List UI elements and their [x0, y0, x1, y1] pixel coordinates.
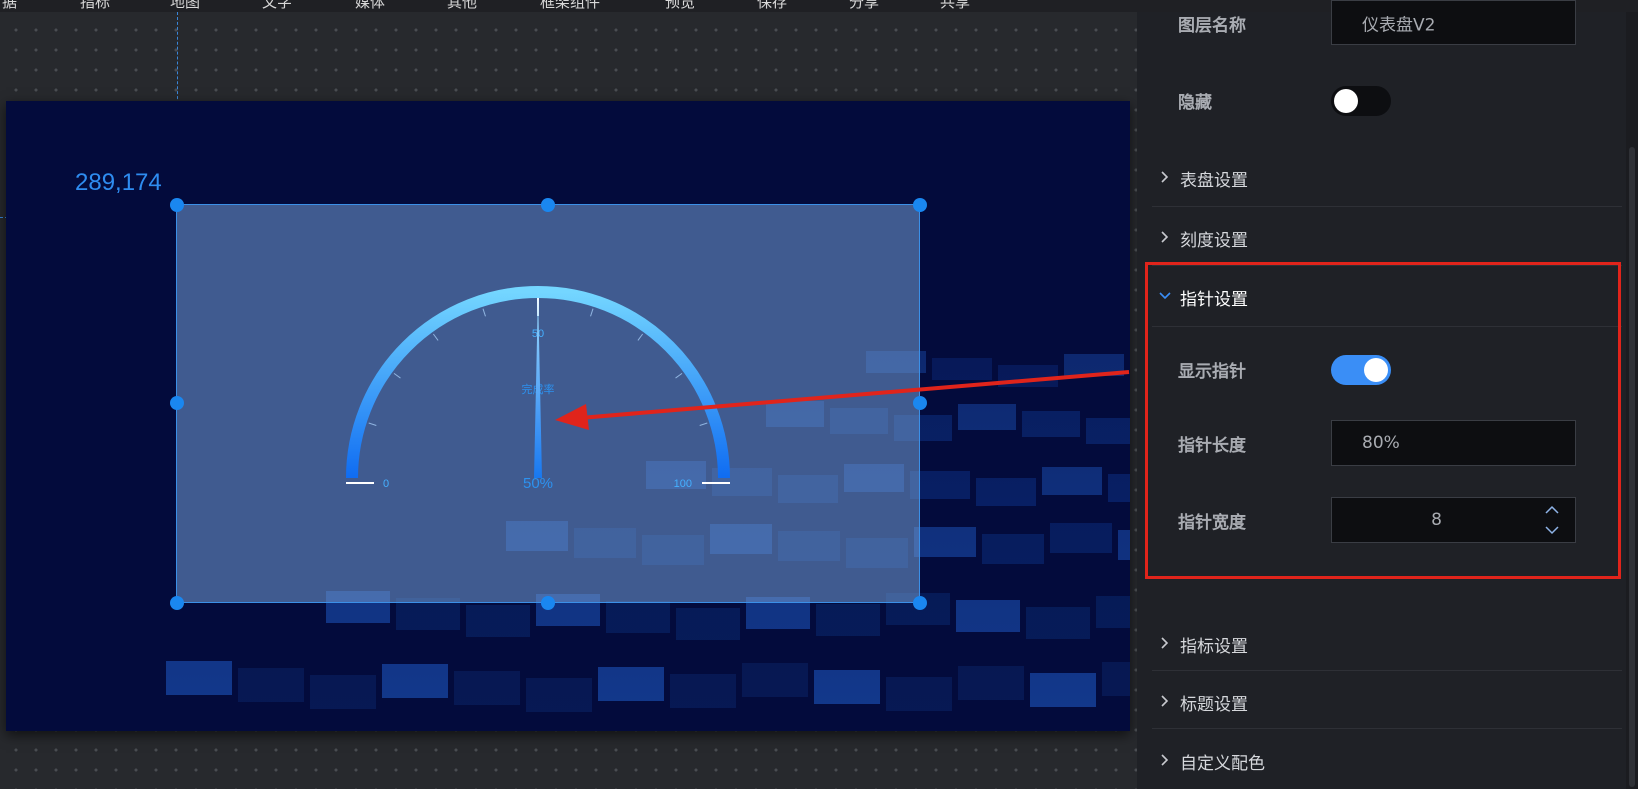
gauge-minor-tick [675, 372, 683, 379]
resize-handle-bottom[interactable] [541, 596, 555, 610]
menu-item-frame-components[interactable]: 框架组件 [540, 0, 600, 12]
gauge-minor-tick [590, 308, 594, 317]
menu-item-save[interactable]: 保存 [757, 0, 787, 12]
chevron-right-icon [1161, 171, 1169, 183]
resize-handle-top-right[interactable] [913, 198, 927, 212]
section-title-settings[interactable]: 标题设置 [1152, 682, 1632, 722]
section-title: 自定义配色 [1180, 754, 1265, 774]
resize-handle-right[interactable] [913, 396, 927, 410]
gauge-minor-tick [482, 308, 486, 317]
chevron-right-icon [1161, 695, 1169, 707]
chevron-right-icon [1161, 637, 1169, 649]
section-divider [1152, 670, 1622, 671]
resize-handle-top[interactable] [541, 198, 555, 212]
section-divider [1152, 728, 1622, 729]
annotation-highlight-box [1145, 262, 1621, 579]
menu-item-text[interactable]: 文字 [262, 0, 292, 12]
gauge-minor-tick [699, 422, 708, 426]
gauge-min-label: 0 [383, 478, 389, 490]
gauge-minor-tick [432, 333, 439, 341]
menu-item-media[interactable]: 媒体 [355, 0, 385, 12]
menu-item-other[interactable]: 其他 [447, 0, 477, 12]
hide-toggle[interactable] [1331, 86, 1391, 116]
resize-handle-left[interactable] [170, 396, 184, 410]
section-dial-settings[interactable]: 表盘设置 [1152, 158, 1632, 198]
section-indicator-settings[interactable]: 指标设置 [1152, 624, 1632, 664]
layer-name-value: 仪表盘V2 [1362, 15, 1436, 35]
section-title: 标题设置 [1180, 695, 1248, 715]
gauge-widget[interactable]: 0 50 100 完成率 50% [176, 204, 920, 603]
panel-scrollbar[interactable] [1626, 12, 1638, 789]
gauge-max-label: 100 [674, 478, 692, 490]
gauge-minor-tick [368, 422, 377, 426]
layer-name-input[interactable]: 仪表盘V2 [1331, 0, 1576, 45]
menu-item-map[interactable]: 地图 [170, 0, 200, 12]
resize-handle-top-left[interactable] [170, 198, 184, 212]
resize-handle-bottom-left[interactable] [170, 596, 184, 610]
app-root: 据 指标 地图 文字 媒体 其他 框架组件 预览 保存 分享 共享 289,17… [0, 0, 1638, 789]
section-title: 表盘设置 [1180, 171, 1248, 191]
hide-toggle-knob [1334, 89, 1358, 113]
hide-label: 隐藏 [1178, 93, 1212, 113]
section-title: 指标设置 [1180, 637, 1248, 657]
menu-item-data[interactable]: 据 [2, 0, 17, 12]
section-custom-colors[interactable]: 自定义配色 [1152, 741, 1632, 781]
section-title: 刻度设置 [1180, 231, 1248, 251]
gauge-value-label: 50% [523, 475, 553, 492]
gauge-minor-tick [393, 372, 401, 379]
chevron-right-icon [1161, 231, 1169, 243]
section-divider [1152, 206, 1622, 207]
menu-item-preview[interactable]: 预览 [665, 0, 695, 12]
resize-handle-bottom-right[interactable] [913, 596, 927, 610]
chevron-right-icon [1161, 754, 1169, 766]
layer-name-label: 图层名称 [1178, 16, 1246, 36]
section-scale-settings[interactable]: 刻度设置 [1152, 218, 1632, 258]
position-readout: 289,174 [75, 169, 162, 196]
menu-item-share[interactable]: 分享 [849, 0, 879, 12]
menu-item-metrics[interactable]: 指标 [80, 0, 110, 12]
gauge-minor-tick [637, 333, 644, 341]
menu-item-shared[interactable]: 共享 [940, 0, 970, 12]
